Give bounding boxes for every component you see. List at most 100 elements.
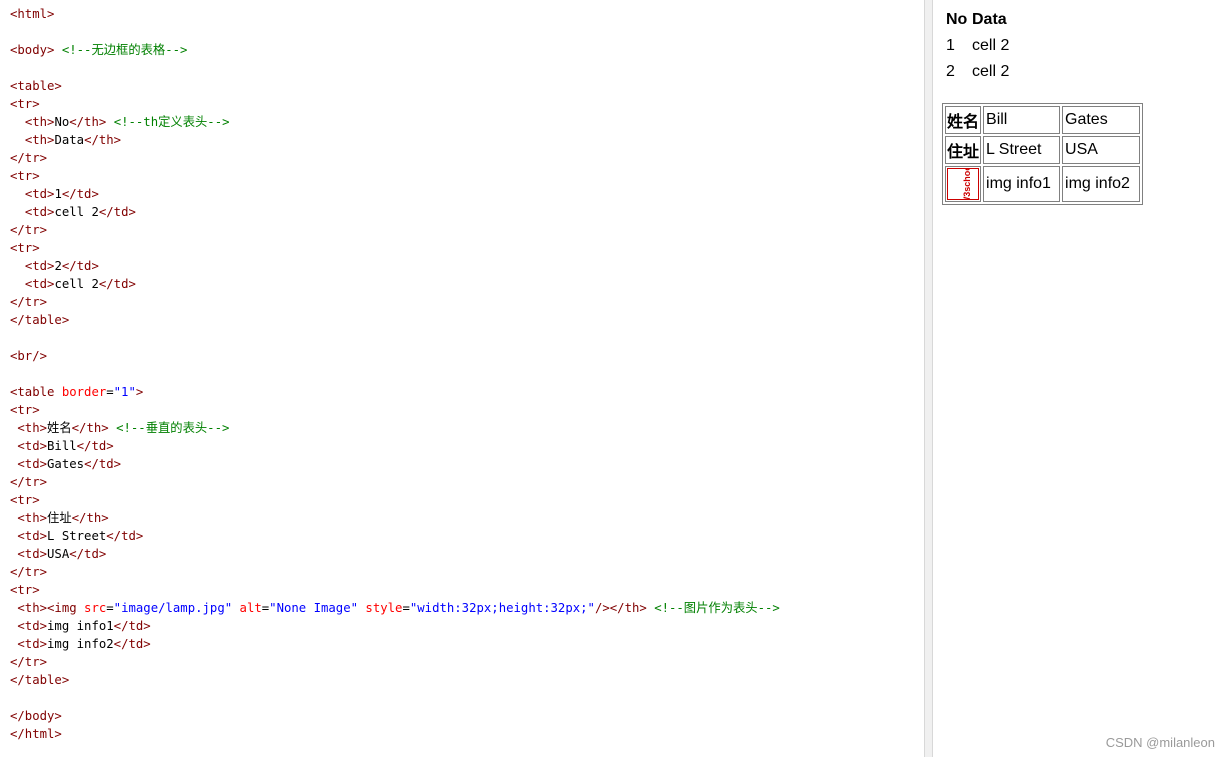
table-row: No Data <box>945 8 1010 32</box>
code-token: <td> <box>17 439 48 453</box>
table-row: 住址 L Street USA <box>945 136 1141 164</box>
code-token: <tr> <box>10 493 40 507</box>
code-line: <th>Data</th> <box>10 131 924 149</box>
code-line: </html> <box>10 725 924 743</box>
code-line: ​ <box>10 365 924 383</box>
code-token: img info2 <box>47 637 114 651</box>
header-cell-data: Data <box>972 11 1007 28</box>
code-line: <tr> <box>10 581 924 599</box>
code-token: = <box>402 601 410 615</box>
code-token: <!--垂直的表头--> <box>116 421 230 435</box>
code-token: 1 <box>54 187 62 201</box>
code-token: "1" <box>113 385 136 399</box>
code-token: /></th> <box>594 601 647 615</box>
code-line: ​ <box>10 329 924 347</box>
code-line: <th>姓名</th> <!--垂直的表头--> <box>10 419 924 437</box>
code-token: <tr> <box>10 241 40 255</box>
table-cell: 2 <box>946 63 955 80</box>
pane-splitter[interactable] <box>924 0 933 757</box>
table-cell: Bill <box>983 106 1061 134</box>
code-editor[interactable]: <html>​<body> <!--无边框的表格-->​<table><tr> … <box>0 0 924 757</box>
code-token: </td> <box>106 529 144 543</box>
code-line: <table> <box>10 77 924 95</box>
code-line: </tr> <box>10 473 924 491</box>
code-line: <td>img info1</td> <box>10 617 924 635</box>
code-token: alt <box>239 601 262 615</box>
code-content[interactable]: <html>​<body> <!--无边框的表格-->​<table><tr> … <box>0 0 924 743</box>
table-cell: cell 2 <box>972 37 1010 54</box>
table-cell: img info1 <box>983 166 1061 202</box>
table-cell: 1 <box>946 37 955 54</box>
code-line: </table> <box>10 671 924 689</box>
code-token: <th> <box>17 511 48 525</box>
watermark: CSDN @milanleon <box>1105 735 1215 750</box>
code-token: cell 2 <box>54 205 99 219</box>
code-token: <td> <box>24 187 55 201</box>
code-token: </tr> <box>10 223 48 237</box>
code-line: </tr> <box>10 149 924 167</box>
code-line: <td>1</td> <box>10 185 924 203</box>
code-token: </body> <box>10 709 62 723</box>
code-token: <th> <box>24 133 55 147</box>
code-line: <td>Gates</td> <box>10 455 924 473</box>
code-line: <html> <box>10 5 924 23</box>
header-cell-image: W3school <box>945 166 982 202</box>
code-token: <th> <box>24 115 55 129</box>
code-line: </tr> <box>10 563 924 581</box>
code-token: </th> <box>84 133 122 147</box>
code-token: <td> <box>17 529 48 543</box>
code-token: No <box>54 115 70 129</box>
code-line: <tr> <box>10 491 924 509</box>
table-cell: img info2 <box>1062 166 1141 202</box>
code-token: L Street <box>47 529 107 543</box>
code-line: <th>住址</th> <box>10 509 924 527</box>
table-cell: cell 2 <box>972 63 1010 80</box>
code-token: </html> <box>10 727 62 741</box>
code-token: "None Image" <box>269 601 359 615</box>
code-token: 2 <box>54 259 62 273</box>
code-line: <body> <!--无边框的表格--> <box>10 41 924 59</box>
code-token: 住址 <box>47 511 72 525</box>
code-line: </table> <box>10 311 924 329</box>
code-token: <td> <box>17 547 48 561</box>
code-token: <table <box>10 385 62 399</box>
code-token: cell 2 <box>54 277 99 291</box>
code-token: Gates <box>47 457 85 471</box>
code-token: </th> <box>71 421 109 435</box>
code-token: </td> <box>98 277 136 291</box>
code-token: </table> <box>10 313 70 327</box>
code-token: </th> <box>69 115 107 129</box>
code-line: ​ <box>10 59 924 77</box>
header-cell-no: No <box>946 11 968 28</box>
code-token: = <box>106 601 114 615</box>
code-token: <th> <box>17 421 48 435</box>
code-line: <td>L Street</td> <box>10 527 924 545</box>
table-row: 姓名 Bill Gates <box>945 106 1141 134</box>
code-token: <tr> <box>10 97 40 111</box>
table-cell: L Street <box>983 136 1061 164</box>
code-token: <body> <box>10 43 55 57</box>
preview-pane: No Data 1 cell 2 2 cell 2 姓名 Bill Gates … <box>933 0 1230 757</box>
code-token: src <box>84 601 107 615</box>
code-token: <!--th定义表头--> <box>113 115 230 129</box>
code-token: </th> <box>71 511 109 525</box>
code-token: style <box>365 601 403 615</box>
code-token: border <box>61 385 107 399</box>
code-line: <tr> <box>10 167 924 185</box>
code-line: <th>No</th> <!--th定义表头--> <box>10 113 924 131</box>
code-line: </tr> <box>10 293 924 311</box>
code-token: </td> <box>69 547 107 561</box>
code-line: <br/> <box>10 347 924 365</box>
code-line: <td>img info2</td> <box>10 635 924 653</box>
code-token: </td> <box>61 187 99 201</box>
table-row: 1 cell 2 <box>945 34 1010 58</box>
code-token: <tr> <box>10 169 40 183</box>
header-cell-address: 住址 <box>945 136 982 164</box>
code-line: <td>USA</td> <box>10 545 924 563</box>
code-token: "width:32px;height:32px;" <box>409 601 595 615</box>
